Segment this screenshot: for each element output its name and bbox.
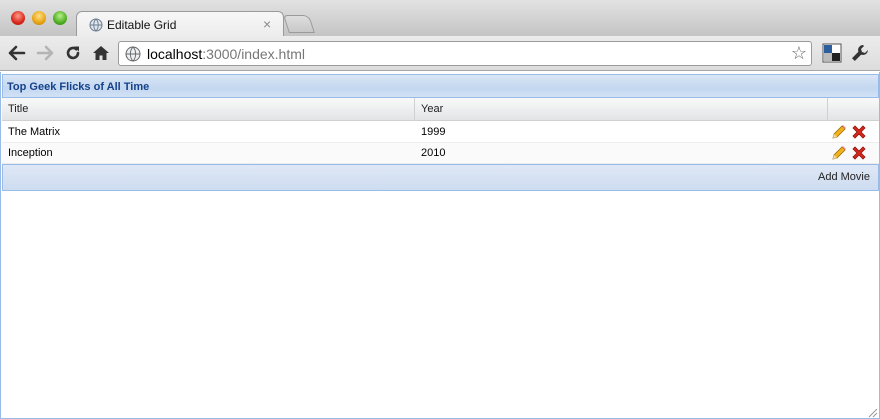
new-tab-button[interactable] [283,15,315,33]
table-row[interactable]: Inception 2010 [2,143,879,164]
pencil-edit-icon[interactable] [830,144,848,162]
wrench-icon[interactable] [850,43,870,63]
back-arrow-icon[interactable] [7,43,27,63]
grid-footer-toolbar: Add Movie [2,164,879,191]
url-path: :3000/index.html [202,46,305,62]
tab-close-icon[interactable]: × [263,16,271,32]
red-x-delete-icon[interactable] [850,144,868,162]
row-actions [828,144,878,163]
pencil-edit-icon[interactable] [830,123,848,141]
address-bar[interactable]: localhost:3000/index.html ☆ [118,41,812,66]
browser-toolbar: localhost:3000/index.html ☆ [0,36,880,71]
add-movie-button[interactable]: Add Movie [818,171,870,183]
grid-panel-header: Top Geek Flicks of All Time [2,74,879,98]
cell-year[interactable]: 1999 [415,122,828,143]
page-action-icon[interactable] [822,43,842,63]
panel-title: Top Geek Flicks of All Time [7,81,150,93]
tab-title: Editable Grid [107,18,177,32]
window-zoom-button[interactable] [53,11,67,25]
globe-icon [89,18,103,35]
table-row[interactable]: The Matrix 1999 [2,122,879,143]
red-x-delete-icon[interactable] [850,123,868,141]
column-header-title[interactable]: Title [2,98,415,121]
window-close-button[interactable] [11,11,25,25]
browser-titlebar: Editable Grid × [0,0,880,37]
cell-title[interactable]: Inception [2,143,415,164]
url-text[interactable]: localhost:3000/index.html [147,46,305,62]
star-icon[interactable]: ☆ [791,43,807,64]
window-minimize-button[interactable] [32,11,46,25]
url-host: localhost [147,46,203,62]
cell-year[interactable]: 2010 [415,143,828,164]
browser-tab-active[interactable]: Editable Grid × [76,11,284,37]
forward-arrow-icon[interactable] [35,43,55,63]
resize-grip-icon[interactable] [866,406,878,418]
home-icon[interactable] [91,43,111,63]
grid-header-row: Title Year [2,98,879,121]
globe-icon [125,46,141,65]
reload-icon[interactable] [63,43,83,63]
row-actions [828,123,878,142]
page-viewport: Top Geek Flicks of All Time Title Year T… [0,72,880,419]
column-header-year[interactable]: Year [415,98,828,121]
column-header-actions [828,98,879,121]
cell-title[interactable]: The Matrix [2,122,415,143]
